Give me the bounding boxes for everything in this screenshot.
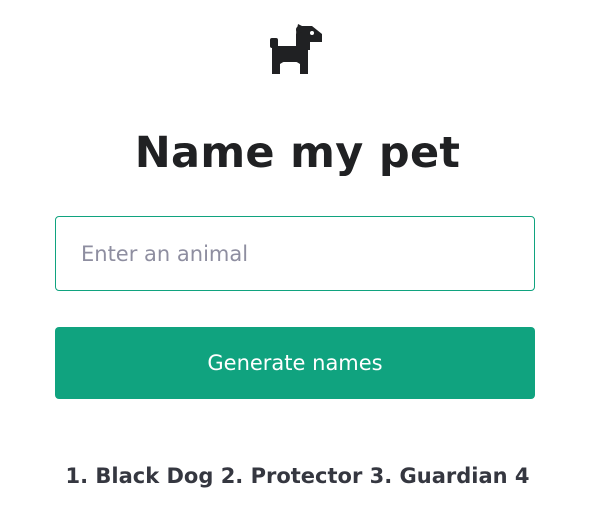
generate-names-button[interactable]: Generate names: [55, 327, 535, 399]
name-my-pet-page: Name my pet Generate names 1. Black Dog …: [0, 0, 595, 511]
dog-icon: [270, 24, 322, 74]
result-text: 1. Black Dog 2. Protector 3. Guardian 4: [65, 464, 530, 488]
page-title: Name my pet: [134, 127, 461, 178]
animal-input-wrapper: [55, 216, 535, 291]
animal-input[interactable]: [55, 216, 535, 291]
